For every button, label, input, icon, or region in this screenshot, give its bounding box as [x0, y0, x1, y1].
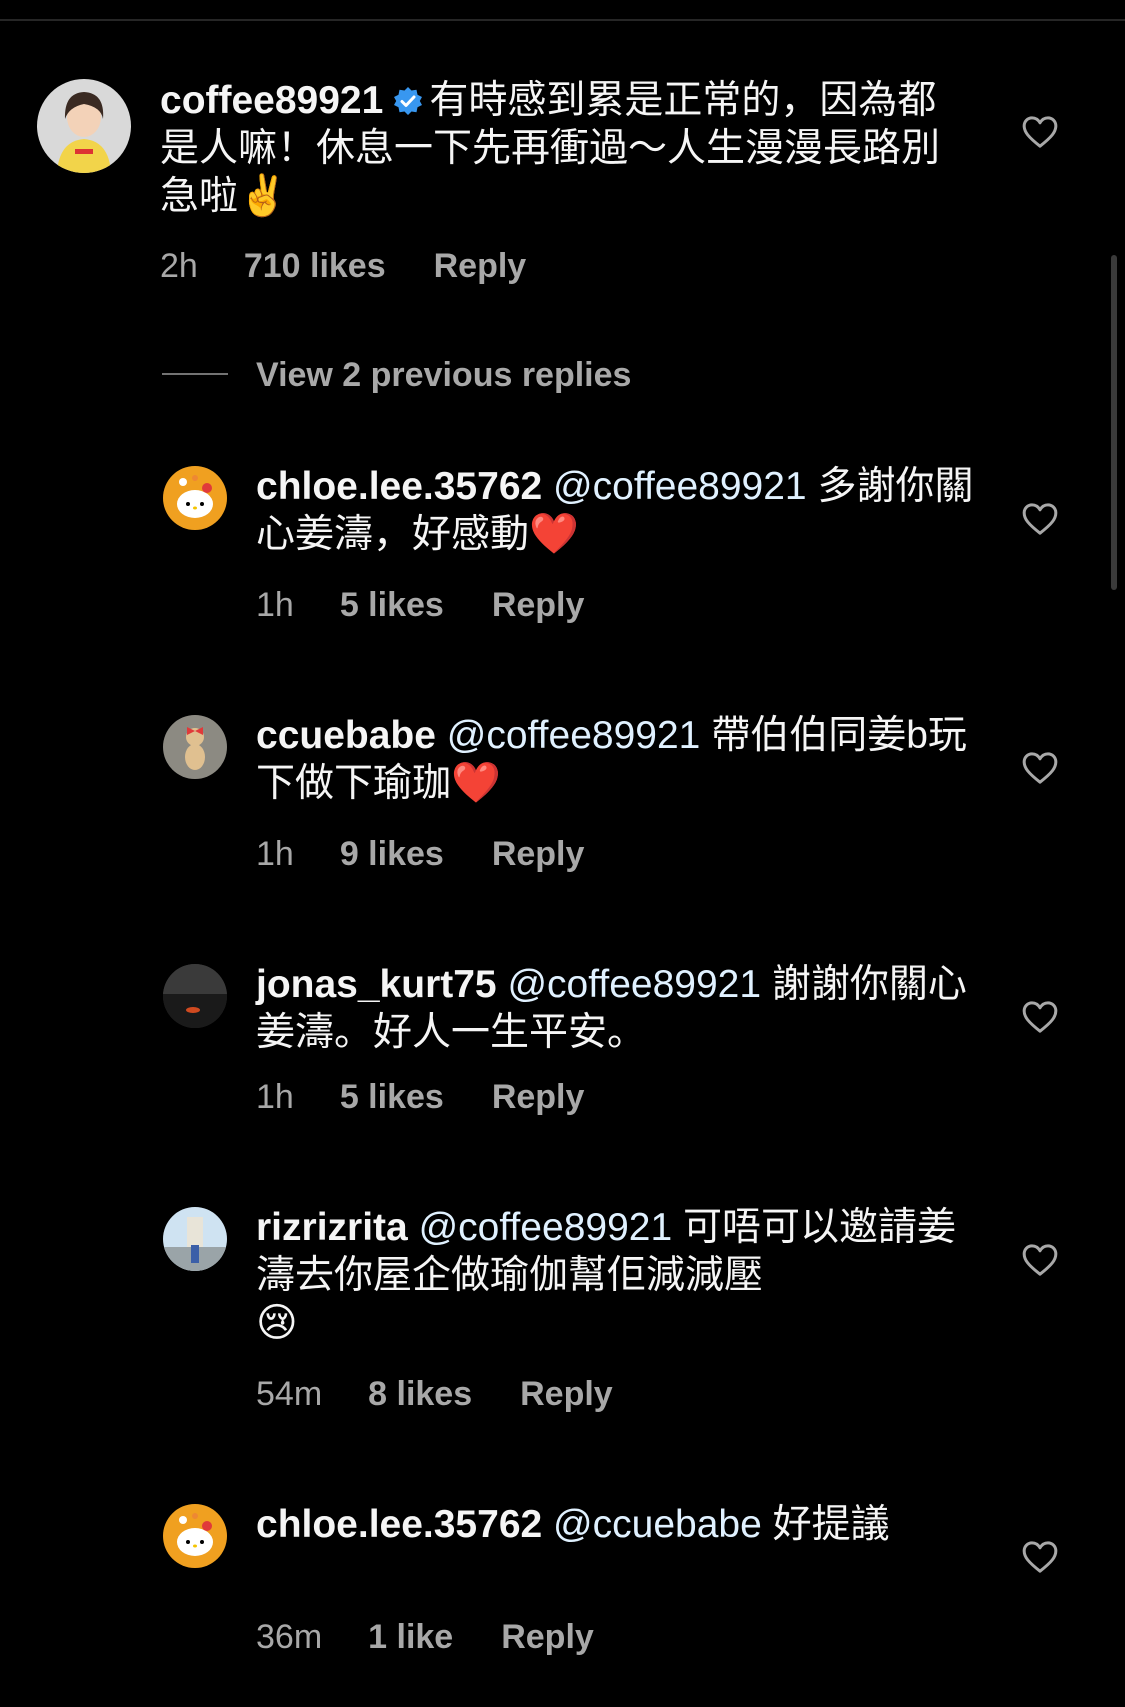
comment-likes[interactable]: 8 likes — [368, 1375, 472, 1413]
avatar[interactable] — [163, 466, 227, 530]
top-divider — [0, 19, 1125, 21]
comment-time: 36m — [256, 1618, 323, 1656]
victory-emoji: ✌️ — [238, 174, 288, 218]
heart-outline-icon[interactable] — [1020, 1240, 1060, 1280]
mention-link[interactable]: @coffee89921 — [507, 963, 761, 1006]
heart-outline-icon[interactable] — [1020, 499, 1060, 539]
mention-link[interactable]: @coffee89921 — [419, 1206, 673, 1249]
comment-username[interactable]: chloe.lee.35762 — [256, 465, 542, 508]
verified-badge-icon — [393, 80, 423, 115]
comment-text: coffee89921 有時感到累是正常的，因為都是人嘛！休息一下先再衝過～人生漫… — [160, 77, 960, 221]
comment-time: 1h — [256, 835, 294, 873]
view-replies-line — [162, 373, 228, 375]
comment-meta: 1h 9 likes Reply — [256, 834, 584, 874]
mention-link[interactable]: @coffee89921 — [447, 714, 701, 757]
comment-meta: 54m 8 likes Reply — [256, 1374, 613, 1414]
comment-text: chloe.lee.35762 @coffee89921 多謝你關心姜濤，好感動… — [256, 463, 976, 559]
comment-text: jonas_kurt75 @coffee89921 謝謝你關心姜濤。好人一生平安… — [256, 961, 976, 1057]
comment-username[interactable]: chloe.lee.35762 — [256, 1503, 542, 1546]
comment-meta: 1h 5 likes Reply — [256, 1077, 584, 1117]
heart-outline-icon[interactable] — [1020, 1537, 1060, 1577]
comment-username[interactable]: jonas_kurt75 — [256, 963, 497, 1006]
avatar[interactable] — [163, 715, 227, 779]
comment-likes[interactable]: 1 like — [368, 1618, 453, 1656]
view-replies-label: View 2 previous replies — [256, 356, 632, 394]
comment-time: 54m — [256, 1375, 323, 1413]
avatar[interactable] — [163, 964, 227, 1028]
comment-text: ccuebabe @coffee89921 帶伯伯同姜b玩下做下瑜珈❤️ — [256, 712, 976, 808]
comment-likes[interactable]: 710 likes — [244, 247, 386, 285]
heart-outline-icon[interactable] — [1020, 112, 1060, 152]
reply-button[interactable]: Reply — [492, 1078, 585, 1116]
comment-meta: 2h 710 likes Reply — [160, 246, 526, 286]
heart-outline-icon[interactable] — [1020, 997, 1060, 1037]
reply-button[interactable]: Reply — [520, 1375, 613, 1413]
comment-time: 2h — [160, 247, 198, 285]
comment-time: 1h — [256, 1078, 294, 1116]
comment-likes[interactable]: 5 likes — [340, 586, 444, 624]
reply-button[interactable]: Reply — [501, 1618, 594, 1656]
crying-face-emoji: 😢 — [256, 1301, 298, 1345]
reply-button[interactable]: Reply — [492, 835, 585, 873]
view-previous-replies-button[interactable]: View 2 previous replies — [162, 355, 862, 395]
mention-link[interactable]: @ccuebabe — [553, 1503, 762, 1546]
comment-text: rizrizrita @coffee89921 可唔可以邀請姜濤去你屋企做瑜伽幫… — [256, 1204, 976, 1348]
comment-meta: 36m 1 like Reply — [256, 1617, 594, 1657]
comment-time: 1h — [256, 586, 294, 624]
comment-meta: 1h 5 likes Reply — [256, 585, 584, 625]
avatar[interactable] — [163, 1504, 227, 1568]
reply-button[interactable]: Reply — [434, 247, 527, 285]
heart-outline-icon[interactable] — [1020, 748, 1060, 788]
reply-button[interactable]: Reply — [492, 586, 585, 624]
comment-body: 好提議 — [772, 1503, 890, 1546]
comment-likes[interactable]: 5 likes — [340, 1078, 444, 1116]
comment-username[interactable]: ccuebabe — [256, 714, 436, 757]
red-heart-emoji: ❤️ — [529, 512, 579, 556]
comment-likes[interactable]: 9 likes — [340, 835, 444, 873]
red-heart-emoji: ❤️ — [451, 761, 501, 805]
comment-text: chloe.lee.35762 @ccuebabe 好提議 — [256, 1501, 976, 1549]
mention-link[interactable]: @coffee89921 — [553, 465, 807, 508]
scrollbar[interactable] — [1111, 255, 1117, 590]
comment-username[interactable]: rizrizrita — [256, 1206, 408, 1249]
avatar[interactable] — [37, 79, 131, 173]
comment-username[interactable]: coffee89921 — [160, 79, 383, 122]
avatar[interactable] — [163, 1207, 227, 1271]
